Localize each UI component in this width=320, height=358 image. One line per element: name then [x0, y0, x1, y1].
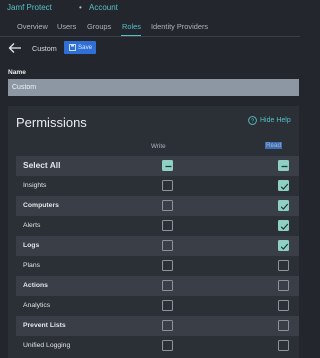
hide-help-label: Hide Help: [260, 117, 291, 124]
insights-write-checkbox[interactable]: [162, 180, 173, 191]
divider: [0, 36, 300, 37]
permission-row-select-all: Select All: [16, 156, 299, 176]
help-icon: ?: [248, 116, 257, 125]
name-field-value: Custom: [12, 84, 37, 91]
breadcrumb-app[interactable]: Jamf Protect: [7, 3, 52, 12]
save-button-label: Save: [78, 44, 93, 51]
select-all-write-checkbox[interactable]: [162, 160, 173, 171]
breadcrumb-separator: •: [79, 3, 82, 12]
unified-logging-write-checkbox[interactable]: [162, 340, 173, 351]
permission-row-actions: Actions: [16, 276, 299, 296]
permission-label: Actions: [23, 282, 48, 289]
tab-roles[interactable]: Roles: [122, 22, 141, 31]
save-icon: [69, 44, 76, 51]
computers-write-checkbox[interactable]: [162, 200, 173, 211]
permission-row-prevent-lists: Prevent Lists: [16, 316, 299, 336]
tab-overview[interactable]: Overview: [17, 22, 48, 31]
analytics-write-checkbox[interactable]: [162, 300, 173, 311]
tab-users[interactable]: Users: [57, 22, 76, 31]
permission-row-plans: Plans: [16, 256, 299, 276]
permission-label: Logs: [23, 242, 40, 249]
logs-read-checkbox[interactable]: [278, 240, 289, 251]
tab-groups[interactable]: Groups: [87, 22, 111, 31]
tab-identity-providers[interactable]: Identity Providers: [151, 22, 208, 31]
back-arrow-icon[interactable]: [8, 41, 22, 53]
save-button[interactable]: Save: [64, 41, 96, 54]
plans-write-checkbox[interactable]: [162, 260, 173, 271]
analytics-read-checkbox[interactable]: [278, 300, 289, 311]
permissions-title: Permissions: [16, 115, 87, 130]
permission-row-insights: Insights: [16, 176, 299, 196]
plans-read-checkbox[interactable]: [278, 260, 289, 271]
permission-row-computers: Computers: [16, 196, 299, 216]
name-field-label: Name: [8, 69, 26, 76]
permission-label: Select All: [23, 160, 61, 170]
permission-label: Computers: [23, 202, 59, 209]
role-name-heading: Custom: [32, 44, 57, 53]
write-column-header: Write: [151, 143, 166, 150]
permission-label: Analytics: [23, 302, 51, 309]
insights-read-checkbox[interactable]: [278, 180, 289, 191]
actions-read-checkbox[interactable]: [278, 280, 289, 291]
permission-label: Prevent Lists: [23, 322, 66, 329]
prevent-lists-read-checkbox[interactable]: [278, 320, 289, 331]
logs-write-checkbox[interactable]: [162, 240, 173, 251]
permission-row-logs: Logs: [16, 236, 299, 256]
permission-label: Unified Logging: [23, 342, 71, 349]
breadcrumb-account[interactable]: Account: [89, 3, 118, 12]
read-column-header: Read: [265, 142, 283, 149]
actions-write-checkbox[interactable]: [162, 280, 173, 291]
permissions-panel: Permissions ? Hide Help Write Read Selec…: [8, 106, 299, 358]
computers-read-checkbox[interactable]: [278, 200, 289, 211]
permission-label: Insights: [23, 182, 47, 189]
name-field[interactable]: Custom: [8, 79, 299, 96]
permission-label: Alerts: [23, 222, 41, 229]
select-all-read-checkbox[interactable]: [278, 160, 289, 171]
permission-label: Plans: [23, 262, 41, 269]
breadcrumb: Jamf Protect • Account: [0, 0, 300, 16]
permission-row-analytics: Analytics: [16, 296, 299, 316]
tab-bar: Overview Users Groups Roles Identity Pro…: [0, 16, 300, 37]
permission-row-unified-logging: Unified Logging: [16, 336, 299, 356]
prevent-lists-write-checkbox[interactable]: [162, 320, 173, 331]
permission-row-alerts: Alerts: [16, 216, 299, 236]
alerts-read-checkbox[interactable]: [278, 220, 289, 231]
unified-logging-read-checkbox[interactable]: [278, 340, 289, 351]
alerts-write-checkbox[interactable]: [162, 220, 173, 231]
